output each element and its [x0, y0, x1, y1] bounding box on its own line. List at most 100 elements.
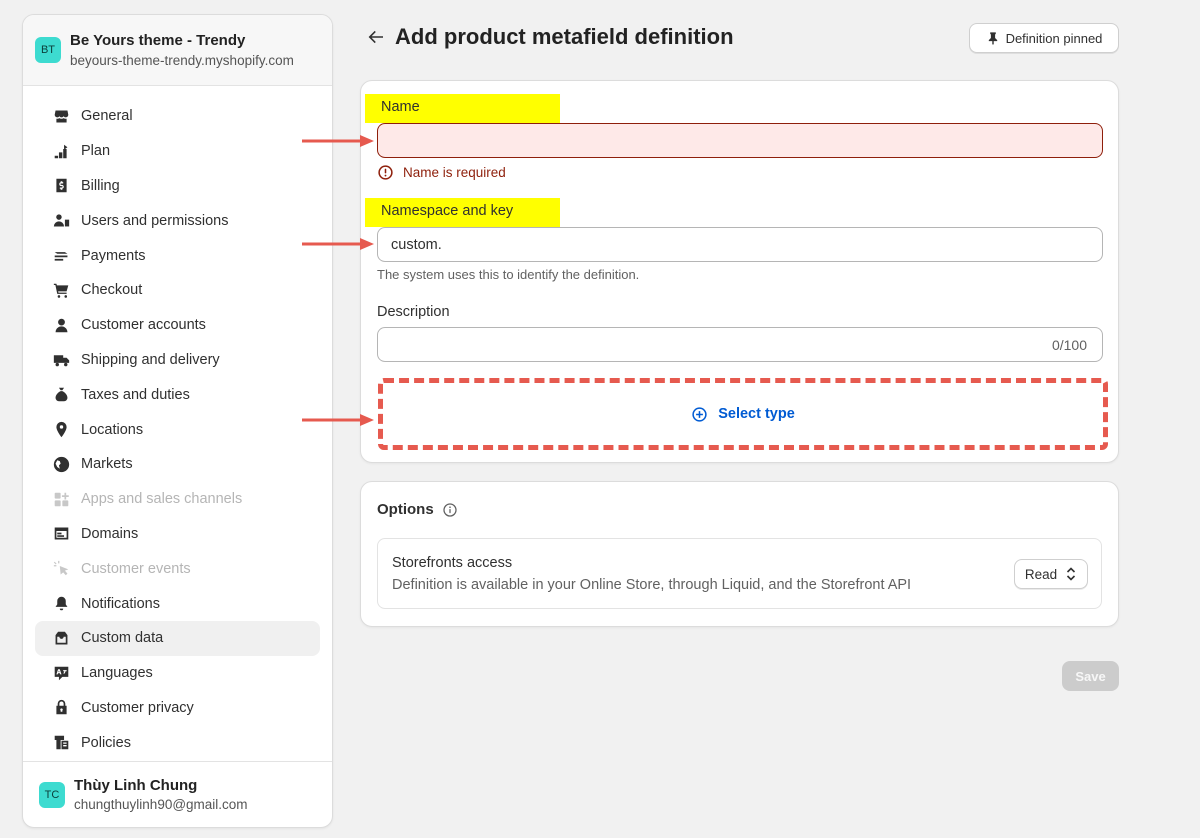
sidebar-item-label: Checkout [81, 282, 143, 299]
sidebar-item-label: General [81, 108, 133, 125]
sidebar-item-plan[interactable]: Plan [35, 134, 320, 169]
save-button[interactable]: Save [1062, 661, 1119, 691]
options-title: Options [377, 501, 458, 518]
cursor-click-icon [52, 560, 70, 578]
avatar: TC [39, 781, 65, 808]
custom-data-icon [52, 629, 70, 647]
description-label: Description [377, 304, 450, 320]
sidebar-item-label: Payments [81, 247, 146, 264]
sidebar-item-checkout[interactable]: Checkout [35, 273, 320, 308]
domain-icon [52, 525, 70, 543]
namespace-label: Namespace and key [365, 198, 560, 227]
pin-button-label: Definition pinned [1005, 30, 1103, 46]
namespace-input[interactable]: custom. [377, 227, 1103, 262]
store-switcher[interactable]: BT Be Yours theme - Trendy beyours-theme… [23, 15, 332, 86]
sidebar-item-languages[interactable]: Languages [35, 656, 320, 691]
name-label: Name [365, 94, 560, 123]
storefront-access-title: Storefronts access [392, 555, 513, 571]
sidebar-item-label: Apps and sales channels [81, 491, 243, 508]
sidebar-item-label: Languages [81, 665, 153, 682]
pin-icon [988, 32, 997, 45]
globe-icon [52, 455, 70, 473]
info-icon[interactable] [442, 502, 458, 518]
translate-icon [52, 664, 70, 682]
sidebar-item-customer-accounts[interactable]: Customer accounts [35, 308, 320, 343]
options-title-text: Options [377, 501, 434, 518]
select-type-button[interactable]: Select type [378, 378, 1108, 450]
user-email: chungthuylinh90@gmail.com [74, 797, 248, 812]
bell-icon [52, 595, 70, 613]
plus-circle-icon [692, 406, 707, 422]
sidebar-item-general[interactable]: General [35, 99, 320, 134]
money-bag-icon [52, 386, 70, 404]
apps-icon [52, 490, 70, 508]
access-select-value: Read [1024, 566, 1058, 582]
select-type-label: Select type [718, 406, 795, 422]
sidebar-item-payments[interactable]: Payments [35, 238, 320, 273]
sidebar-item-markets[interactable]: Markets [35, 447, 320, 482]
sidebar-item-label: Domains [81, 525, 139, 542]
store-avatar: BT [35, 37, 61, 63]
namespace-help-text: The system uses this to identify the def… [377, 267, 640, 282]
sidebar-item-label: Custom data [81, 630, 164, 647]
storefront-access-description: Definition is available in your Online S… [392, 577, 912, 593]
sidebar-item-domains[interactable]: Domains [35, 517, 320, 552]
user-name: Thùy Linh Chung [74, 777, 198, 794]
annotation-arrow-icon [302, 238, 374, 250]
sidebar-item-label: Billing [81, 177, 120, 194]
sidebar-item-label: Shipping and delivery [81, 351, 220, 368]
location-pin-icon [52, 421, 70, 439]
sidebar-item-label: Customer privacy [81, 699, 194, 716]
sidebar-item-label: Notifications [81, 595, 160, 612]
store-icon [52, 107, 70, 125]
sidebar-item-label: Users and permissions [81, 212, 229, 229]
sidebar-item-notifications[interactable]: Notifications [35, 586, 320, 621]
cart-icon [52, 281, 70, 299]
user-account[interactable]: TC Thùy Linh Chung chungthuylinh90@gmail… [23, 761, 332, 827]
billing-icon [52, 177, 70, 195]
name-error: Name is required [377, 164, 506, 181]
lock-icon [52, 699, 70, 717]
sidebar-item-label: Customer accounts [81, 317, 206, 334]
character-counter: 0/100 [1051, 336, 1087, 353]
name-error-text: Name is required [403, 165, 506, 180]
page-title: Add product metafield definition [395, 24, 734, 49]
users-icon [52, 212, 70, 230]
sidebar-item-billing[interactable]: Billing [35, 169, 320, 204]
name-input[interactable] [377, 123, 1103, 158]
payments-icon [52, 247, 70, 265]
sidebar-item-custom-data[interactable]: Custom data [35, 620, 320, 656]
person-icon [52, 316, 70, 334]
sidebar-item-customer-events: Customer events [35, 551, 320, 586]
sidebar-item-policies[interactable]: Policies [35, 725, 320, 760]
sidebar-item-shipping[interactable]: Shipping and delivery [35, 343, 320, 378]
definition-pinned-button[interactable]: Definition pinned [969, 23, 1119, 53]
options-card: Options Storefronts access Definition is… [360, 481, 1119, 627]
sidebar-item-users[interactable]: Users and permissions [35, 203, 320, 238]
sidebar-item-apps: Apps and sales channels [35, 482, 320, 517]
definition-form-card: Name Name is required Namespace and key … [360, 80, 1119, 463]
truck-icon [52, 351, 70, 369]
sidebar-item-taxes[interactable]: Taxes and duties [35, 377, 320, 412]
settings-nav: General Plan Billing Users and permissio… [23, 86, 332, 760]
sidebar-item-label: Locations [81, 421, 144, 438]
sidebar-item-label: Customer events [81, 560, 191, 577]
sidebar-item-locations[interactable]: Locations [35, 412, 320, 447]
annotation-arrow-icon [302, 414, 374, 426]
sidebar-item-label: Policies [81, 734, 131, 751]
storefront-access-row: Storefronts access Definition is availab… [377, 538, 1102, 609]
error-icon [378, 165, 393, 180]
store-url: beyours-theme-trendy.myshopify.com [70, 53, 294, 68]
plan-icon [52, 142, 70, 160]
annotation-arrow-icon [302, 135, 374, 147]
sidebar-item-label: Plan [81, 143, 111, 160]
sidebar-item-label: Taxes and duties [81, 386, 190, 403]
store-name: Be Yours theme - Trendy [70, 32, 246, 49]
back-arrow-icon[interactable] [366, 27, 386, 47]
settings-sidebar: BT Be Yours theme - Trendy beyours-theme… [22, 14, 333, 828]
description-input[interactable]: 0/100 [377, 327, 1103, 362]
access-select[interactable]: Read [1014, 559, 1088, 589]
sidebar-item-customer-privacy[interactable]: Customer privacy [35, 691, 320, 726]
policy-icon [52, 734, 70, 752]
select-arrows-icon [1067, 567, 1076, 581]
